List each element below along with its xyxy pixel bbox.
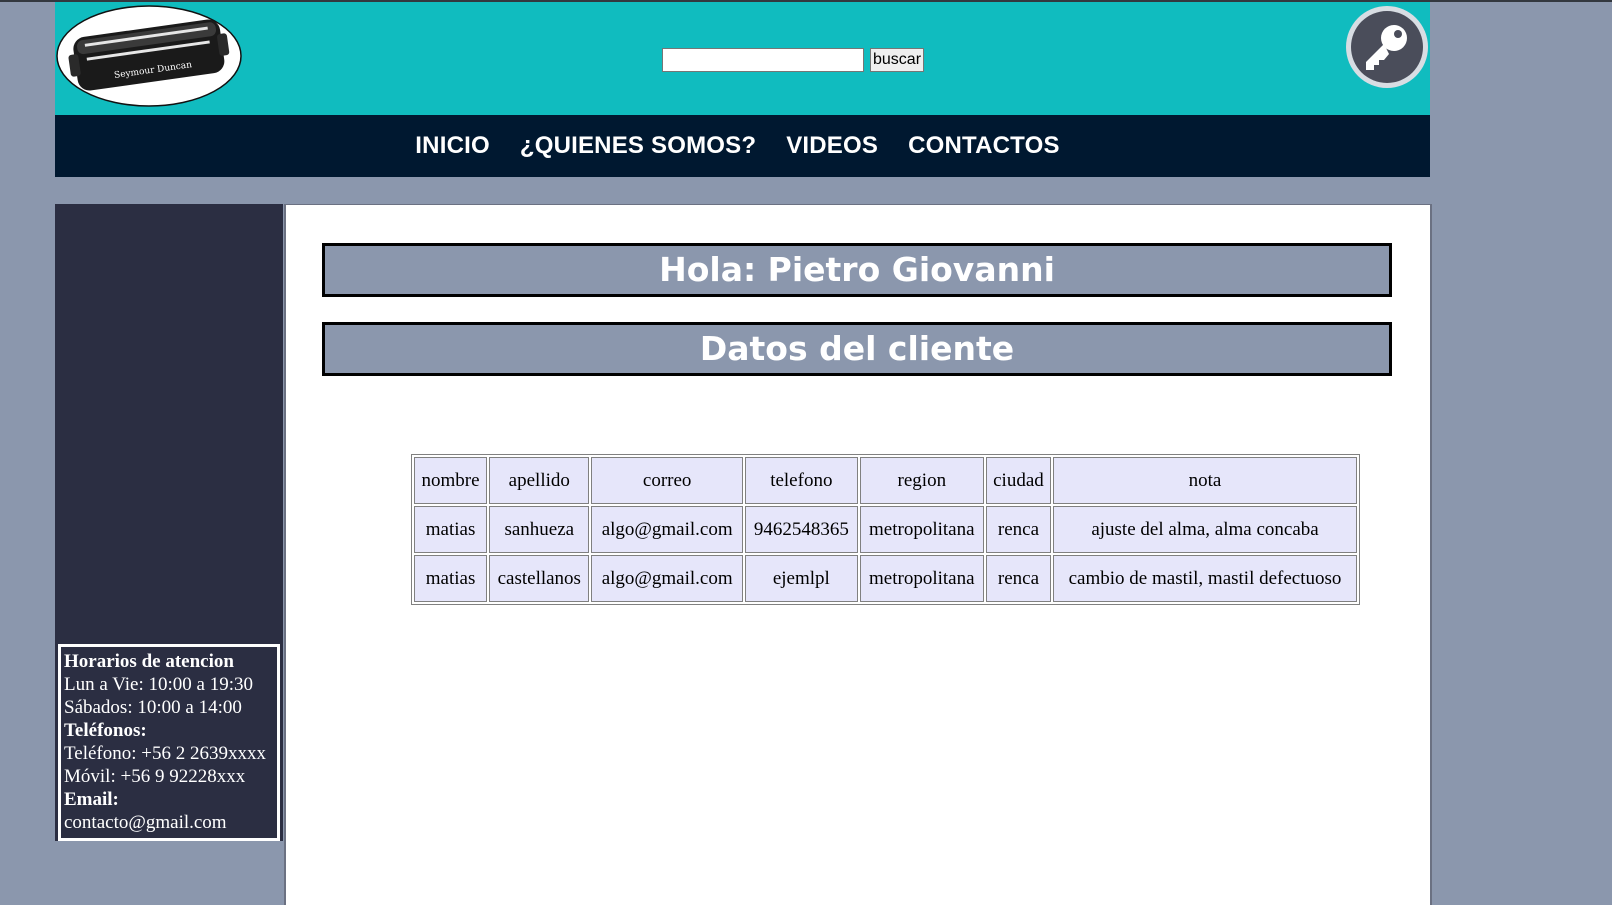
weekday-hours: Lun a Vie: 10:00 a 19:30 xyxy=(64,674,254,695)
table-cell-telefono: 9462548365 xyxy=(744,506,858,553)
greeting-banner: Hola: Pietro Giovanni xyxy=(322,243,1392,297)
search-button[interactable]: buscar xyxy=(870,48,925,72)
nav-contactos[interactable]: CONTACTOS xyxy=(908,132,1060,160)
contact-email: contacto@gmail.com xyxy=(64,812,227,833)
table-cell-apellido: castellanos xyxy=(489,555,590,602)
main-content: Hola: Pietro Giovanni Datos del cliente … xyxy=(284,204,1432,905)
table-cell-nota: cambio de mastil, mastil defectuoso xyxy=(1053,555,1357,602)
table-cell-telefono: ejemlpl xyxy=(744,555,858,602)
saturday-hours: Sábados: 10:00 a 14:00 xyxy=(64,697,242,718)
search-input[interactable] xyxy=(662,48,864,72)
nav-quienes-somos[interactable]: ¿QUIENES SOMOS? xyxy=(520,132,756,160)
column-header-correo: correo xyxy=(591,457,743,504)
mobile-number: Móvil: +56 9 92228xxx xyxy=(64,766,246,787)
email-title: Email: xyxy=(64,789,119,810)
table-cell-ciudad: renca xyxy=(985,555,1052,602)
sidebar: Horarios de atencion Lun a Vie: 10:00 a … xyxy=(55,204,283,841)
table-cell-correo: algo@gmail.com xyxy=(591,506,743,553)
column-header-nombre: nombre xyxy=(414,457,488,504)
column-header-region: region xyxy=(859,457,984,504)
search-form: buscar xyxy=(662,48,925,72)
main-nav: INICIO ¿QUIENES SOMOS? VIDEOS CONTACTOS xyxy=(55,115,1430,177)
table-row: matias castellanos algo@gmail.com ejemlpl me… xyxy=(414,555,1357,602)
phones-title: Teléfonos: xyxy=(64,720,147,741)
hours-title: Horarios de atencion xyxy=(64,651,234,672)
column-header-telefono: telefono xyxy=(744,457,858,504)
table-cell-apellido: sanhueza xyxy=(489,506,590,553)
column-header-ciudad: ciudad xyxy=(985,457,1052,504)
table-cell-nombre: matias xyxy=(414,506,488,553)
page-wrapper: Seymour Duncan buscar INICIO ¿QUIENES SO… xyxy=(55,2,1430,177)
table-cell-ciudad: renca xyxy=(985,506,1052,553)
table-cell-region: metropolitana xyxy=(859,506,984,553)
pickup-logo-icon[interactable]: Seymour Duncan xyxy=(55,4,243,108)
client-table: nombre apellido correo telefono region ciudad… xyxy=(411,454,1360,605)
nav-videos[interactable]: VIDEOS xyxy=(786,132,878,160)
phone-number: Teléfono: +56 2 2639xxxx xyxy=(64,743,266,764)
table-cell-correo: algo@gmail.com xyxy=(591,555,743,602)
table-header-row: nombre apellido correo telefono region ciudad… xyxy=(414,457,1357,504)
table-row: matias sanhueza algo@gmail.com 9462548365 me… xyxy=(414,506,1357,553)
site-header: Seymour Duncan buscar xyxy=(55,2,1430,115)
section-title: Datos del cliente xyxy=(322,322,1392,376)
column-header-nota: nota xyxy=(1053,457,1357,504)
contact-hours-box: Horarios de atencion Lun a Vie: 10:00 a … xyxy=(58,644,280,841)
table-cell-nombre: matias xyxy=(414,555,488,602)
login-key-icon[interactable] xyxy=(1344,4,1430,90)
table-cell-region: metropolitana xyxy=(859,555,984,602)
nav-inicio[interactable]: INICIO xyxy=(415,132,490,160)
column-header-apellido: apellido xyxy=(489,457,590,504)
table-cell-nota: ajuste del alma, alma concaba xyxy=(1053,506,1357,553)
